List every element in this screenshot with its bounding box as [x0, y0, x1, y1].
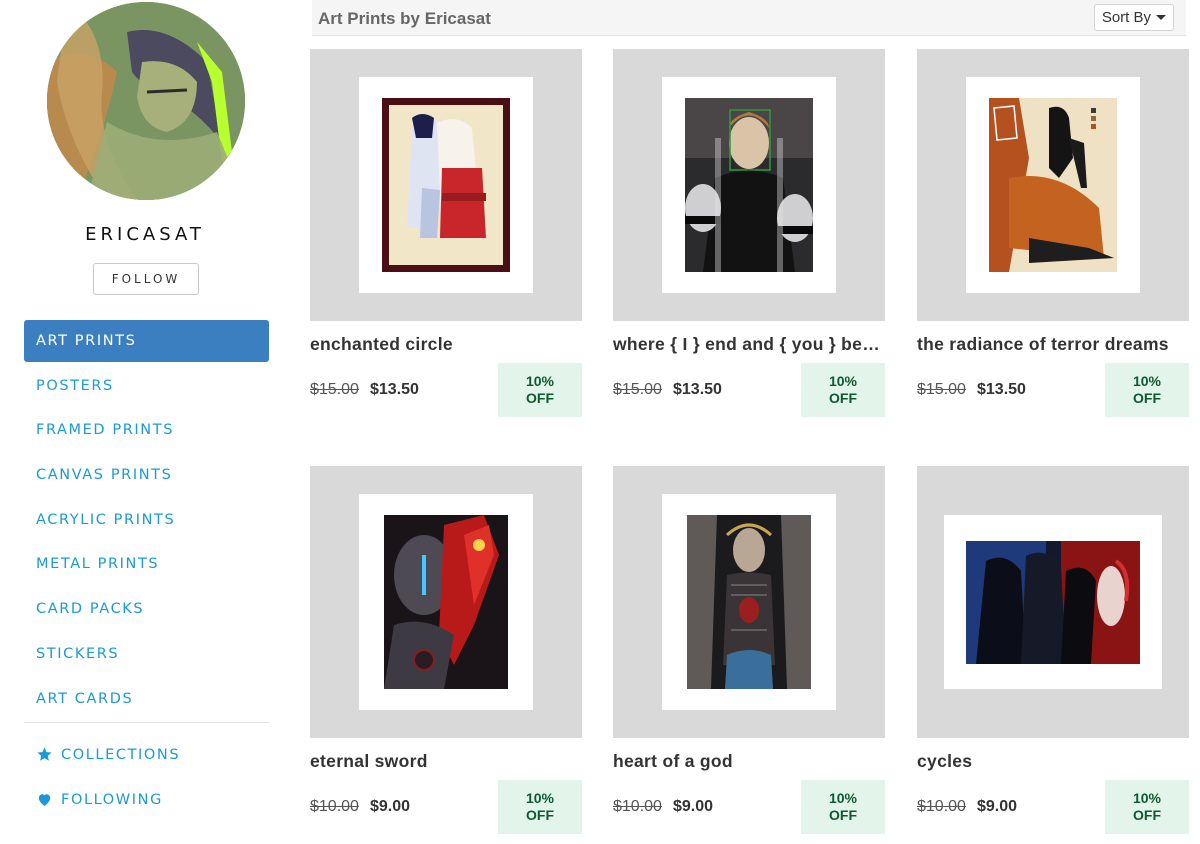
- sort-by-dropdown[interactable]: Sort By: [1093, 4, 1174, 31]
- product-card[interactable]: where { I } end and { you } begin $15.00…: [613, 49, 885, 419]
- nav-item-art-prints[interactable]: ART PRINTS: [24, 320, 269, 362]
- discount-off-label: OFF: [526, 807, 554, 823]
- heart-icon: [36, 791, 53, 808]
- product-card[interactable]: enchanted circle $15.00 $13.50 10% OFF: [310, 49, 582, 419]
- discount-percent: 10%: [828, 790, 858, 806]
- discount-percent: 10%: [1132, 373, 1162, 389]
- nav-collections-label: COLLECTIONS: [61, 746, 181, 763]
- nav-item-canvas-prints[interactable]: CANVAS PRINTS: [24, 454, 269, 496]
- product-card[interactable]: eternal sword $10.00 $9.00 10% OFF: [310, 466, 582, 836]
- product-original-price: $15.00: [917, 381, 966, 398]
- product-title[interactable]: the radiance of terror dreams: [917, 334, 1189, 355]
- discount-off-label: OFF: [526, 390, 554, 406]
- nav-item-acrylic-prints[interactable]: ACRYLIC PRINTS: [24, 499, 269, 541]
- product-sale-price: $13.50: [673, 381, 722, 398]
- page-title: Art Prints by Ericasat: [318, 9, 491, 28]
- product-original-price: $10.00: [613, 798, 662, 815]
- product-title[interactable]: cycles: [917, 751, 1189, 772]
- product-sale-price: $13.50: [370, 381, 419, 398]
- nav-item-art-cards[interactable]: ART CARDS: [24, 678, 269, 720]
- product-title[interactable]: enchanted circle: [310, 334, 582, 355]
- nav-item-posters[interactable]: POSTERS: [24, 365, 269, 407]
- product-title[interactable]: eternal sword: [310, 751, 582, 772]
- product-sale-price: $13.50: [977, 381, 1026, 398]
- discount-percent: 10%: [828, 373, 858, 389]
- nav-following-link[interactable]: FOLLOWING: [36, 791, 281, 808]
- discount-percent: 10%: [1132, 790, 1162, 806]
- product-artwork: [989, 98, 1117, 272]
- nav-item-card-packs[interactable]: CARD PACKS: [24, 588, 269, 630]
- product-image-frame[interactable]: [917, 466, 1189, 738]
- discount-badge: 10% OFF: [801, 780, 885, 834]
- product-artwork: [384, 515, 508, 689]
- product-image-frame[interactable]: [310, 49, 582, 321]
- product-artwork: [966, 541, 1140, 664]
- product-image-frame[interactable]: [917, 49, 1189, 321]
- discount-percent: 10%: [525, 373, 555, 389]
- discount-percent: 10%: [525, 790, 555, 806]
- nav-collections-link[interactable]: COLLECTIONS: [36, 746, 281, 763]
- category-nav: ART PRINTS POSTERS FRAMED PRINTS CANVAS …: [24, 320, 269, 722]
- product-card[interactable]: heart of a god $10.00 $9.00 10% OFF: [613, 466, 885, 836]
- product-artwork: [685, 98, 813, 272]
- page-header: Art Prints by Ericasat Sort By: [312, 0, 1186, 36]
- product-artwork: [382, 98, 510, 272]
- avatar-artwork: [47, 2, 245, 200]
- discount-off-label: OFF: [829, 807, 857, 823]
- product-original-price: $10.00: [310, 798, 359, 815]
- product-sale-price: $9.00: [673, 798, 714, 815]
- nav-item-stickers[interactable]: STICKERS: [24, 633, 269, 675]
- nav-divider: [24, 722, 269, 723]
- discount-off-label: OFF: [1133, 390, 1161, 406]
- product-title[interactable]: where { I } end and { you } begin: [613, 334, 885, 355]
- profile-username: ERICASAT: [85, 224, 205, 245]
- discount-badge: 10% OFF: [1105, 363, 1189, 417]
- avatar[interactable]: [47, 2, 245, 200]
- discount-off-label: OFF: [1133, 807, 1161, 823]
- discount-badge: 10% OFF: [801, 363, 885, 417]
- nav-following-label: FOLLOWING: [61, 791, 163, 808]
- product-original-price: $10.00: [917, 798, 966, 815]
- sidebar: ERICASAT FOLLOW ART PRINTS POSTERS FRAME…: [0, 0, 290, 844]
- sort-by-label: Sort By: [1101, 9, 1151, 26]
- caret-down-icon: [1156, 15, 1166, 20]
- product-image-frame[interactable]: [310, 466, 582, 738]
- product-image-frame[interactable]: [613, 49, 885, 321]
- star-icon: [36, 746, 53, 763]
- product-image-frame[interactable]: [613, 466, 885, 738]
- nav-item-framed-prints[interactable]: FRAMED PRINTS: [24, 409, 269, 451]
- product-card[interactable]: the radiance of terror dreams $15.00 $13…: [917, 49, 1189, 419]
- follow-button[interactable]: FOLLOW: [93, 263, 199, 295]
- product-title[interactable]: heart of a god: [613, 751, 885, 772]
- nav-item-metal-prints[interactable]: METAL PRINTS: [24, 543, 269, 585]
- product-sale-price: $9.00: [977, 798, 1018, 815]
- product-original-price: $15.00: [613, 381, 662, 398]
- product-sale-price: $9.00: [370, 798, 411, 815]
- product-artwork: [687, 515, 811, 689]
- product-card[interactable]: cycles $10.00 $9.00 10% OFF: [917, 466, 1189, 836]
- discount-badge: 10% OFF: [498, 780, 582, 834]
- product-original-price: $15.00: [310, 381, 359, 398]
- discount-off-label: OFF: [829, 390, 857, 406]
- discount-badge: 10% OFF: [1105, 780, 1189, 834]
- discount-badge: 10% OFF: [498, 363, 582, 417]
